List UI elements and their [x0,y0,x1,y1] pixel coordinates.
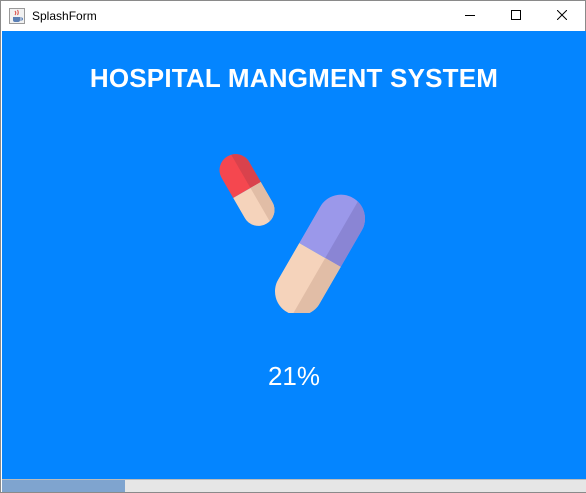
minimize-button[interactable] [447,1,493,31]
progress-bar-fill [2,480,125,492]
app-heading: HOSPITAL MANGMENT SYSTEM [89,63,499,93]
maximize-icon [511,7,521,25]
java-cup-icon [9,8,25,24]
title-bar[interactable]: SplashForm [1,1,585,31]
close-icon [556,7,568,25]
minimize-icon [465,7,475,25]
progress-percent-label: 21% [267,361,321,391]
splash-window: SplashForm HOSPITAL MANGMENT SYSTEM 21% [0,0,586,493]
window-title: SplashForm [32,9,97,23]
pills-icon [207,143,387,325]
progress-bar [2,479,586,492]
close-button[interactable] [539,1,585,31]
maximize-button[interactable] [493,1,539,31]
splash-panel: HOSPITAL MANGMENT SYSTEM 21% [2,31,586,479]
